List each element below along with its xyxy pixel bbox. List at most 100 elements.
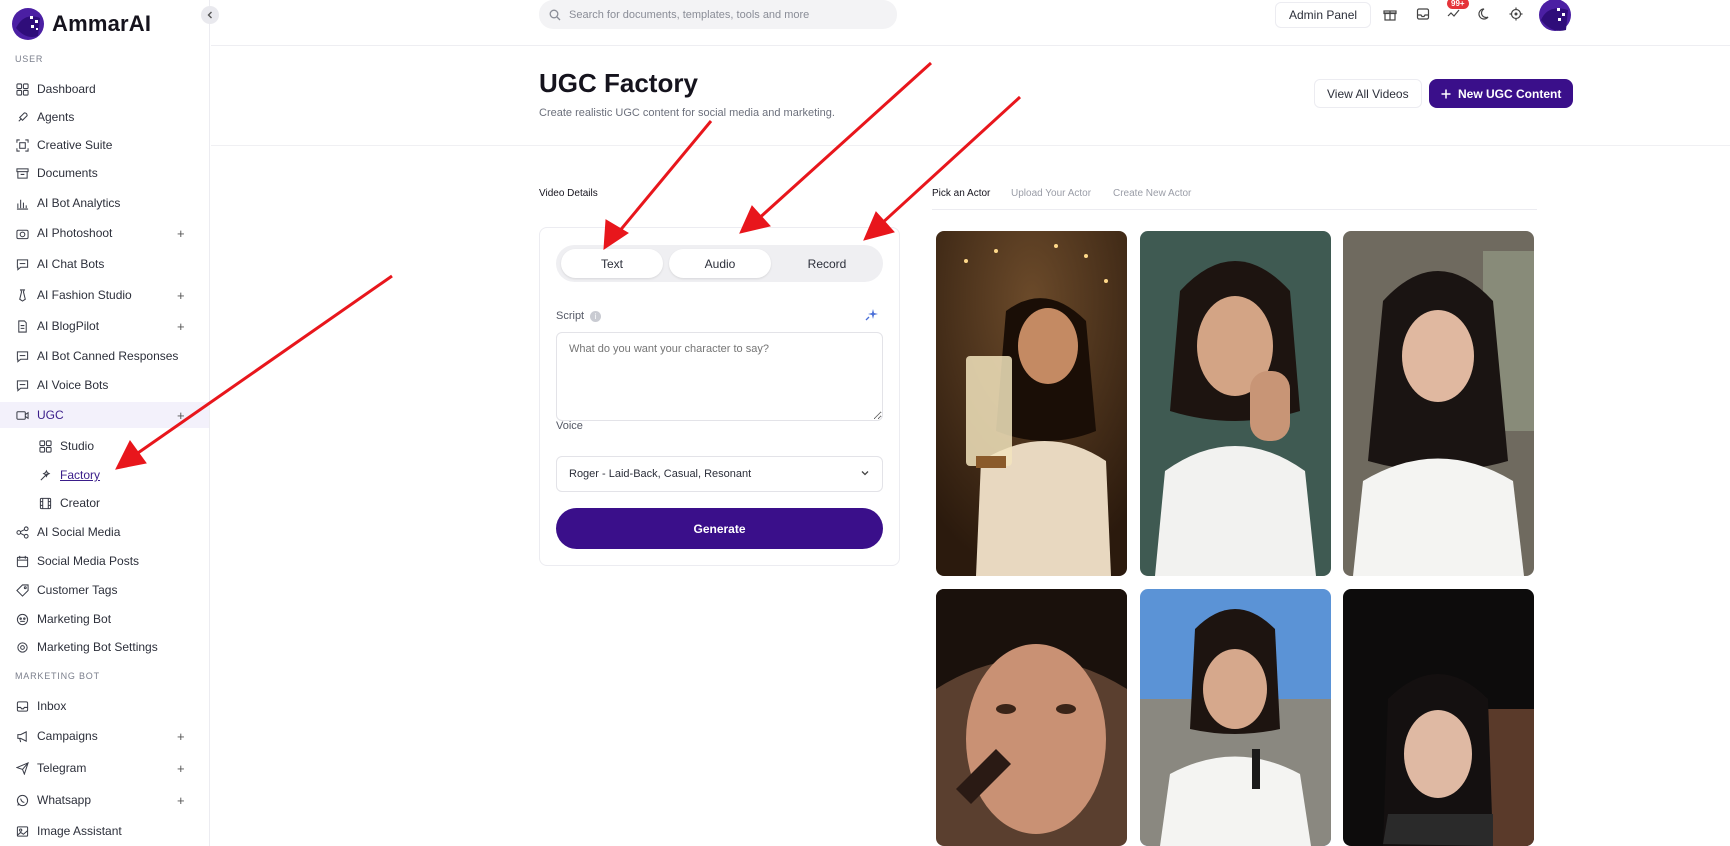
actor-photo-3 [1343,231,1534,576]
film-icon [38,496,52,510]
sidebar-item-ugc[interactable]: UGC + [0,402,209,428]
nav-label: Whatsapp [37,793,92,807]
admin-panel-button[interactable]: Admin Panel [1275,2,1372,28]
whatsapp-icon [15,793,29,807]
arrow-to-record-tab [863,95,1022,241]
expand-plus-icon[interactable]: + [177,729,185,744]
expand-plus-icon[interactable]: + [177,288,185,303]
search-placeholder: Search for documents, templates, tools a… [569,8,810,21]
actor-photo-2 [1140,231,1331,576]
tag-icon [15,583,29,597]
voice-select-value: Roger - Laid-Back, Casual, Resonant [569,468,752,480]
user-avatar[interactable] [1536,0,1574,34]
expand-plus-icon[interactable]: + [177,319,185,334]
info-icon[interactable]: i [590,310,602,322]
nav-label: Marketing Bot [37,612,112,626]
actor-card-6[interactable] [1343,589,1534,846]
sidebar-collapse-button[interactable] [201,6,219,24]
expand-plus-icon[interactable]: + [177,226,185,241]
mode-audio-button[interactable]: Audio [669,249,771,278]
nav-label: Image Assistant [37,824,122,838]
inbox-icon[interactable] [1414,5,1432,23]
actor-card-1[interactable] [936,231,1127,576]
scan-icon [15,138,29,152]
video-details-label: Video Details [539,188,598,199]
sidebar-item-social-media-posts[interactable]: Social Media Posts [0,548,209,574]
sidebar-item-marketing-bot[interactable]: Marketing Bot [0,606,209,632]
expand-plus-icon[interactable]: + [177,408,185,423]
mode-record-button[interactable]: Record [776,249,878,278]
arrow-to-audio-tab [739,61,933,234]
moon-icon[interactable] [1476,5,1494,23]
sidebar-item-ai-bot-canned-responses[interactable]: AI Bot Canned Responses [0,343,209,369]
sidebar-item-ai-fashion-studio[interactable]: AI Fashion Studio + [0,282,209,308]
nav-label: Factory [60,468,101,482]
new-ugc-content-button[interactable]: New UGC Content [1429,79,1574,108]
mode-text-button[interactable]: Text [561,249,663,278]
sidebar-item-marketing-bot-settings[interactable]: Marketing Bot Settings [0,634,209,660]
script-input[interactable] [556,332,883,421]
expand-plus-icon[interactable]: + [177,761,185,776]
view-all-videos-button[interactable]: View All Videos [1314,79,1422,108]
nav-label: Marketing Bot Settings [37,640,158,654]
inbox-icon [15,699,29,713]
actor-card-4[interactable] [936,589,1127,846]
tab-pick-an-actor[interactable]: Pick an Actor [932,188,990,199]
brand-logo[interactable]: AmmarAI [10,6,151,42]
plus-icon [1441,89,1451,98]
video-icon [15,408,29,422]
grid-icon [15,82,29,96]
sidebar-item-ai-blogpilot[interactable]: AI BlogPilot + [0,313,209,339]
sidebar-item-customer-tags[interactable]: Customer Tags [0,577,209,603]
megaphone-icon [15,729,29,743]
generate-button[interactable]: Generate [556,508,883,549]
topbar: Search for documents, templates, tools a… [211,0,1730,46]
nav-label: Agents [37,110,75,124]
expand-plus-icon[interactable]: + [177,793,185,808]
nav-label: AI BlogPilot [37,319,100,333]
sidebar-item-ai-voice-bots[interactable]: AI Voice Bots [0,372,209,398]
nav-label: Studio [60,439,95,453]
grid-icon [38,439,52,453]
sidebar-subitem-studio[interactable]: Studio [0,433,209,459]
share-icon [15,525,29,539]
sidebar-item-dashboard[interactable]: Dashboard [0,76,209,102]
sidebar-item-ai-chat-bots[interactable]: AI Chat Bots [0,251,209,277]
sidebar-item-image-assistant[interactable]: Image Assistant [0,818,209,844]
header-divider [211,145,1730,146]
sidebar-subitem-creator[interactable]: Creator [0,490,209,516]
tab-upload-your-actor[interactable]: Upload Your Actor [1011,188,1091,199]
chat-icon [15,378,29,392]
sparkle-icon[interactable] [865,308,879,322]
voice-select[interactable]: Roger - Laid-Back, Casual, Resonant [556,456,883,492]
sidebar: AmmarAI USER Dashboard Agents Creative Sui… [0,0,210,846]
actor-card-3[interactable] [1343,231,1534,576]
script-label-row: Script i [556,310,602,322]
chevron-down-icon [861,471,869,476]
nav-label: Social Media Posts [37,554,140,568]
nav-label: Creator [60,496,101,510]
nav-label: Documents [37,166,98,180]
sidebar-item-telegram[interactable]: Telegram + [0,755,209,781]
sidebar-item-documents[interactable]: Documents [0,160,209,186]
gift-icon[interactable] [1381,5,1399,23]
tab-create-new-actor[interactable]: Create New Actor [1113,188,1191,199]
sidebar-item-campaigns[interactable]: Campaigns + [0,723,209,749]
sidebar-subitem-factory[interactable]: Factory [0,462,209,488]
search-input[interactable]: Search for documents, templates, tools a… [539,0,897,29]
sidebar-item-ai-social-media[interactable]: AI Social Media [0,519,209,545]
actor-card-2[interactable] [1140,231,1331,576]
crosshair-icon[interactable] [1507,5,1525,23]
sidebar-item-agents[interactable]: Agents [0,104,209,130]
sidebar-item-ai-bot-analytics[interactable]: AI Bot Analytics [0,190,209,216]
sidebar-item-creative-suite[interactable]: Creative Suite [0,132,209,158]
actor-card-5[interactable] [1140,589,1331,846]
sidebar-item-inbox[interactable]: Inbox [0,693,209,719]
nav-label: AI Photoshoot [37,226,113,240]
notifications-badge: 99+ [1447,0,1469,9]
sidebar-item-ai-photoshoot[interactable]: AI Photoshoot + [0,220,209,246]
bar-chart-icon [15,196,29,210]
sidebar-item-whatsapp[interactable]: Whatsapp + [0,787,209,813]
brand-name: AmmarAI [52,11,152,36]
archive-icon [15,166,29,180]
